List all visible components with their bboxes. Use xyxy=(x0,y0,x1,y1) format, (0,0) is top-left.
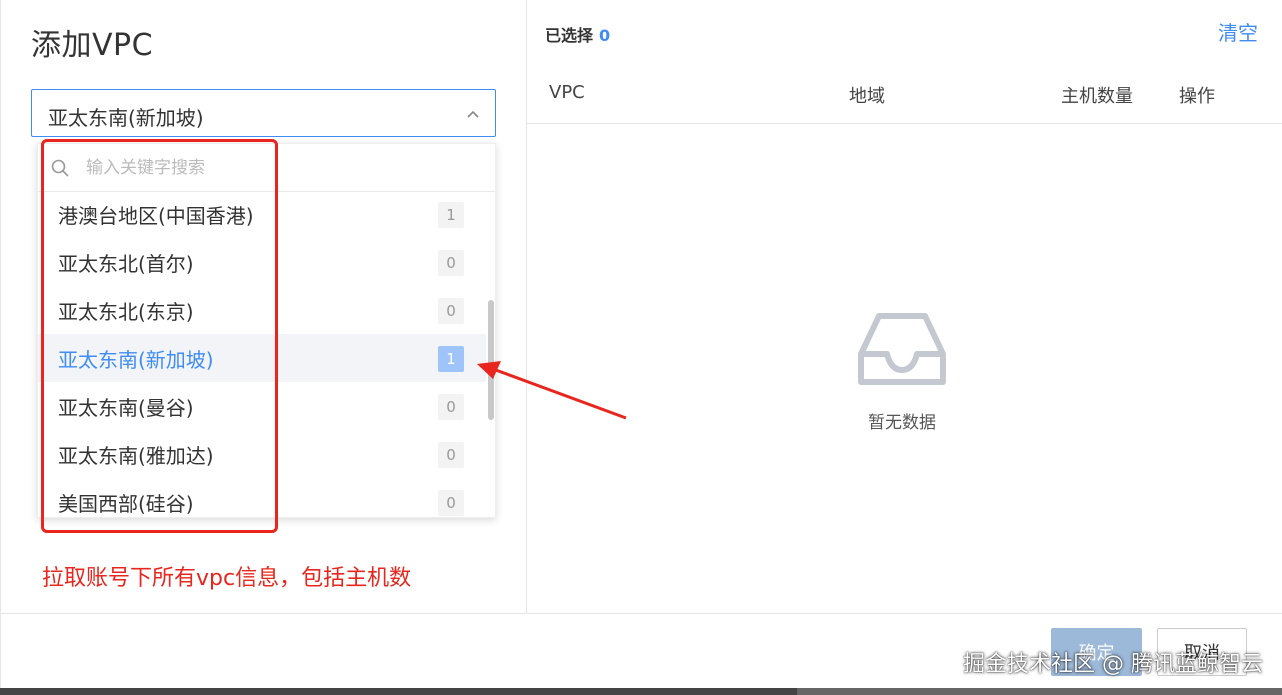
watermark: 掘金技术社区 @ 腾讯蓝鲸智云 xyxy=(963,652,1263,677)
column-vpc: VPC xyxy=(549,82,585,103)
chevron-up-icon xyxy=(467,110,479,118)
region-item-seoul[interactable]: 亚太东北(首尔) 0 xyxy=(38,238,486,286)
region-count-badge: 0 xyxy=(438,250,464,276)
search-icon xyxy=(51,159,69,177)
region-list: 港澳台地区(中国香港) 1 亚太东北(首尔) 0 亚太东北(东京) 0 亚太东南… xyxy=(38,190,486,517)
dialog-footer: 确定 取消 掘金技术社区 @ 腾讯蓝鲸智云 xyxy=(1,613,1282,688)
region-item-siliconvalley[interactable]: 美国西部(硅谷) 0 xyxy=(38,478,486,517)
column-host-count: 主机数量 xyxy=(1061,86,1133,107)
selected-count: 0 xyxy=(599,26,611,45)
region-label: 港澳台地区(中国香港) xyxy=(58,204,254,228)
bottom-bar-segment xyxy=(797,688,1282,695)
region-label: 亚太东北(首尔) xyxy=(58,252,194,276)
region-item-jakarta[interactable]: 亚太东南(雅加达) 0 xyxy=(38,430,486,478)
region-item-tokyo[interactable]: 亚太东北(东京) 0 xyxy=(38,286,486,334)
dialog-title: 添加VPC xyxy=(31,28,154,63)
selected-summary: 已选择 0 xyxy=(545,22,610,46)
region-select-value: 亚太东南(新加坡) xyxy=(48,106,204,130)
search-row xyxy=(38,144,495,192)
region-count-badge: 0 xyxy=(438,394,464,420)
region-select[interactable]: 亚太东南(新加坡) xyxy=(31,89,496,137)
table-header: VPC 地域 主机数量 操作 xyxy=(527,62,1282,124)
bottom-bar xyxy=(0,688,1282,695)
region-item-hongkong[interactable]: 港澳台地区(中国香港) 1 xyxy=(38,190,486,238)
region-count-badge: 0 xyxy=(438,490,464,516)
inbox-icon xyxy=(858,313,946,385)
region-count-badge: 0 xyxy=(438,442,464,468)
region-count-badge: 1 xyxy=(438,346,464,372)
column-actions: 操作 xyxy=(1179,86,1215,107)
clear-link[interactable]: 清空 xyxy=(1218,17,1258,46)
empty-state: 暂无数据 xyxy=(827,310,977,440)
add-vpc-dialog: 添加VPC 亚太东南(新加坡) 港澳台地区(中国香港) 1 xyxy=(0,0,1282,695)
region-search-input[interactable] xyxy=(86,152,466,184)
region-item-singapore[interactable]: 亚太东南(新加坡) 1 xyxy=(38,334,486,382)
region-label: 亚太东南(曼谷) xyxy=(58,396,194,420)
scrollbar-thumb[interactable] xyxy=(488,300,494,420)
region-dropdown: 港澳台地区(中国香港) 1 亚太东北(首尔) 0 亚太东北(东京) 0 亚太东南… xyxy=(37,143,496,518)
region-count-badge: 1 xyxy=(438,202,464,228)
region-list-scrollbar[interactable] xyxy=(486,190,495,517)
selected-label: 已选择 xyxy=(545,26,594,45)
region-panel: 添加VPC 亚太东南(新加坡) 港澳台地区(中国香港) 1 xyxy=(1,0,627,613)
column-region: 地域 xyxy=(849,86,885,107)
region-item-bangkok[interactable]: 亚太东南(曼谷) 0 xyxy=(38,382,486,430)
region-count-badge: 0 xyxy=(438,298,464,324)
region-label: 亚太东北(东京) xyxy=(58,300,194,324)
annotation-text: 拉取账号下所有vpc信息，包括主机数 xyxy=(42,566,412,591)
region-label: 亚太东南(雅加达) xyxy=(58,444,214,468)
empty-text: 暂无数据 xyxy=(868,413,936,433)
selected-panel: 已选择 0 清空 VPC 地域 主机数量 操作 暂无数据 xyxy=(527,0,1282,613)
region-label: 美国西部(硅谷) xyxy=(58,492,194,516)
region-label: 亚太东南(新加坡) xyxy=(58,348,214,372)
